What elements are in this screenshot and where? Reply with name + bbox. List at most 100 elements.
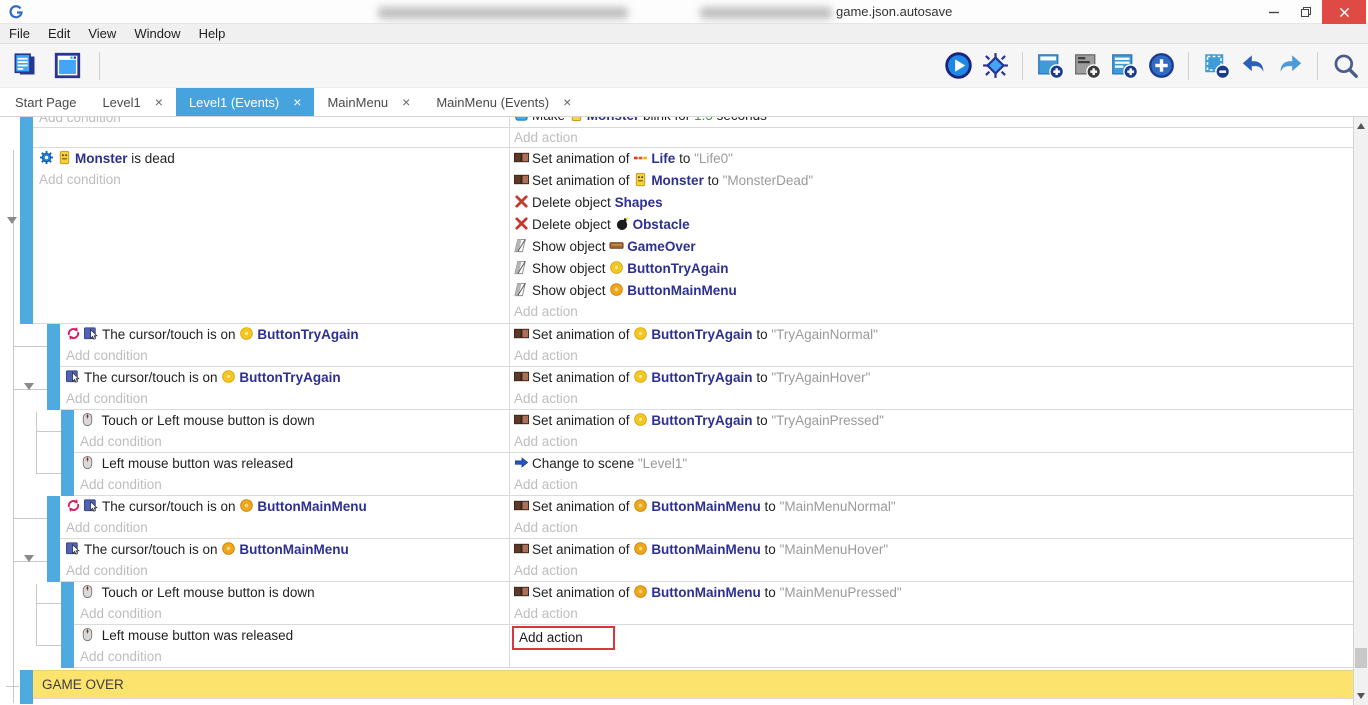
action-line[interactable]: Set animation of ButtonTryAgain to "TryA… bbox=[514, 367, 1353, 389]
search-icon[interactable] bbox=[1330, 51, 1360, 81]
menu-view[interactable]: View bbox=[79, 24, 125, 43]
menu-window[interactable]: Window bbox=[125, 24, 189, 43]
collapse-arrow-icon[interactable] bbox=[24, 555, 34, 562]
comment-row[interactable]: GAME OVER bbox=[0, 670, 1353, 699]
action-line[interactable]: Show object ButtonMainMenu bbox=[514, 280, 1353, 302]
scroll-down-icon[interactable] bbox=[1357, 693, 1365, 699]
action-line[interactable]: Set animation of ButtonTryAgain to "TryA… bbox=[514, 410, 1353, 432]
tab-close-icon[interactable]: × bbox=[293, 95, 301, 109]
action-line[interactable]: Set animation of Life to "Life0" bbox=[514, 148, 1353, 170]
menu-edit[interactable]: Edit bbox=[39, 24, 79, 43]
action-line[interactable]: Change to scene "Level1" bbox=[514, 453, 1353, 475]
tab-close-icon[interactable]: × bbox=[155, 95, 163, 109]
add-action-button[interactable]: Add action bbox=[514, 346, 1353, 366]
add-action-button[interactable]: Add action bbox=[514, 128, 1353, 148]
value-text: "Level1" bbox=[638, 456, 687, 471]
action-line[interactable]: Set animation of Monster to "MonsterDead… bbox=[514, 170, 1353, 192]
event-selection-bar[interactable] bbox=[47, 324, 60, 367]
add-comment-icon[interactable] bbox=[1109, 51, 1139, 81]
minimize-button[interactable] bbox=[1258, 0, 1290, 24]
menu-file[interactable]: File bbox=[0, 24, 39, 43]
add-action-button[interactable]: Add action bbox=[514, 475, 1353, 495]
project-manager-icon[interactable] bbox=[10, 51, 40, 81]
text: The cursor/touch is on bbox=[84, 370, 221, 385]
add-action-button[interactable]: Add action bbox=[514, 518, 1353, 538]
value-text: "MonsterDead" bbox=[723, 173, 814, 188]
add-action-button-highlighted[interactable]: Add action bbox=[512, 626, 615, 650]
add-action-button[interactable]: Add action bbox=[514, 389, 1353, 409]
action-line[interactable]: Show object GameOver bbox=[514, 236, 1353, 258]
action-line[interactable]: Set animation of ButtonMainMenu to "Main… bbox=[514, 539, 1353, 561]
event-selection-bar[interactable] bbox=[61, 582, 74, 625]
tab-mainmenu[interactable]: MainMenu× bbox=[314, 88, 423, 116]
add-condition-button[interactable]: Add condition bbox=[80, 475, 509, 495]
undo-icon[interactable] bbox=[1238, 51, 1268, 81]
restore-button[interactable] bbox=[1290, 0, 1322, 24]
remove-selection-icon[interactable] bbox=[1201, 51, 1231, 81]
add-instruction-icon[interactable] bbox=[1146, 51, 1176, 81]
action-line[interactable]: Show object ButtonTryAgain bbox=[514, 258, 1353, 280]
gutter bbox=[0, 148, 20, 324]
scene-editor-icon[interactable] bbox=[52, 51, 82, 81]
tab-level1[interactable]: Level1× bbox=[89, 88, 176, 116]
event-selection-bar[interactable] bbox=[47, 367, 60, 410]
tab-close-icon[interactable]: × bbox=[402, 95, 410, 109]
add-condition-button[interactable]: Add condition bbox=[66, 346, 509, 366]
add-condition-button[interactable]: Add condition bbox=[80, 647, 509, 667]
tab-level1-events[interactable]: Level1 (Events)× bbox=[176, 88, 315, 116]
add-condition-button[interactable]: Add condition bbox=[66, 389, 509, 409]
event-selection-bar[interactable] bbox=[47, 496, 60, 539]
add-action-button[interactable]: Add action bbox=[514, 302, 1353, 322]
add-subevent-icon[interactable] bbox=[1072, 51, 1102, 81]
condition-line[interactable]: The cursor/touch is on ButtonMainMenu bbox=[66, 496, 509, 518]
scroll-up-icon[interactable] bbox=[1357, 123, 1365, 129]
add-condition-button[interactable]: Add condition bbox=[66, 561, 509, 581]
event-selection-bar[interactable] bbox=[61, 625, 74, 668]
add-action-button[interactable]: Add action bbox=[514, 604, 1353, 624]
condition-line[interactable]: The cursor/touch is on ButtonMainMenu bbox=[66, 539, 509, 561]
condition-line[interactable]: Monster is dead bbox=[39, 148, 509, 170]
action-line[interactable]: Delete object Shapes bbox=[514, 192, 1353, 214]
event-selection-bar[interactable] bbox=[47, 539, 60, 582]
vertical-scrollbar[interactable] bbox=[1354, 117, 1368, 705]
action-line[interactable]: Make Monster blink for 1.5 seconds bbox=[514, 117, 1353, 127]
add-condition-button[interactable]: Add condition bbox=[66, 518, 509, 538]
action-line[interactable]: Set animation of ButtonTryAgain to "TryA… bbox=[514, 324, 1353, 346]
tab-mainmenu-events[interactable]: MainMenu (Events)× bbox=[423, 88, 584, 116]
condition-line[interactable]: Touch or Left mouse button is down bbox=[80, 410, 509, 432]
comment-text[interactable]: GAME OVER bbox=[33, 670, 1353, 699]
event-selection-bar[interactable] bbox=[20, 148, 33, 324]
close-button[interactable] bbox=[1322, 0, 1366, 24]
add-action-button[interactable]: Add action bbox=[514, 432, 1353, 452]
condition-line[interactable]: Touch or Left mouse button is down bbox=[80, 582, 509, 604]
debugger-icon[interactable] bbox=[980, 51, 1010, 81]
toolbar-divider bbox=[1022, 52, 1023, 80]
add-event-icon[interactable] bbox=[1035, 51, 1065, 81]
add-condition-button[interactable]: Add condition bbox=[80, 432, 509, 452]
add-condition-button[interactable]: Add condition bbox=[39, 117, 509, 128]
condition-line[interactable]: The cursor/touch is on ButtonTryAgain bbox=[66, 324, 509, 346]
menu-help[interactable]: Help bbox=[190, 24, 235, 43]
tab-start-page[interactable]: Start Page bbox=[2, 88, 89, 116]
add-action-button[interactable]: Add action bbox=[514, 561, 1353, 581]
tab-close-icon[interactable]: × bbox=[563, 95, 571, 109]
action-line[interactable]: Set animation of ButtonMainMenu to "Main… bbox=[514, 582, 1353, 604]
collapse-arrow-icon[interactable] bbox=[7, 217, 17, 224]
action-line[interactable]: Set animation of ButtonMainMenu to "Main… bbox=[514, 496, 1353, 518]
redo-icon[interactable] bbox=[1275, 51, 1305, 81]
condition-line[interactable]: Left mouse button was released bbox=[80, 625, 509, 647]
add-condition-button[interactable]: Add condition bbox=[80, 604, 509, 624]
actions-cell: Set animation of ButtonMainMenu to "Main… bbox=[510, 539, 1353, 582]
button-orange-icon bbox=[221, 541, 236, 556]
preview-play-icon[interactable] bbox=[943, 51, 973, 81]
event-selection-bar[interactable] bbox=[61, 453, 74, 496]
scrollbar-thumb[interactable] bbox=[1355, 648, 1367, 668]
add-condition-button[interactable]: Add condition bbox=[39, 170, 509, 190]
collapse-arrow-icon[interactable] bbox=[24, 383, 34, 390]
condition-line[interactable]: Left mouse button was released bbox=[80, 453, 509, 475]
object-name: Monster bbox=[587, 117, 640, 123]
event-selection-bar[interactable] bbox=[20, 117, 33, 148]
condition-line[interactable]: The cursor/touch is on ButtonTryAgain bbox=[66, 367, 509, 389]
action-line[interactable]: Delete object Obstacle bbox=[514, 214, 1353, 236]
event-selection-bar[interactable] bbox=[61, 410, 74, 453]
